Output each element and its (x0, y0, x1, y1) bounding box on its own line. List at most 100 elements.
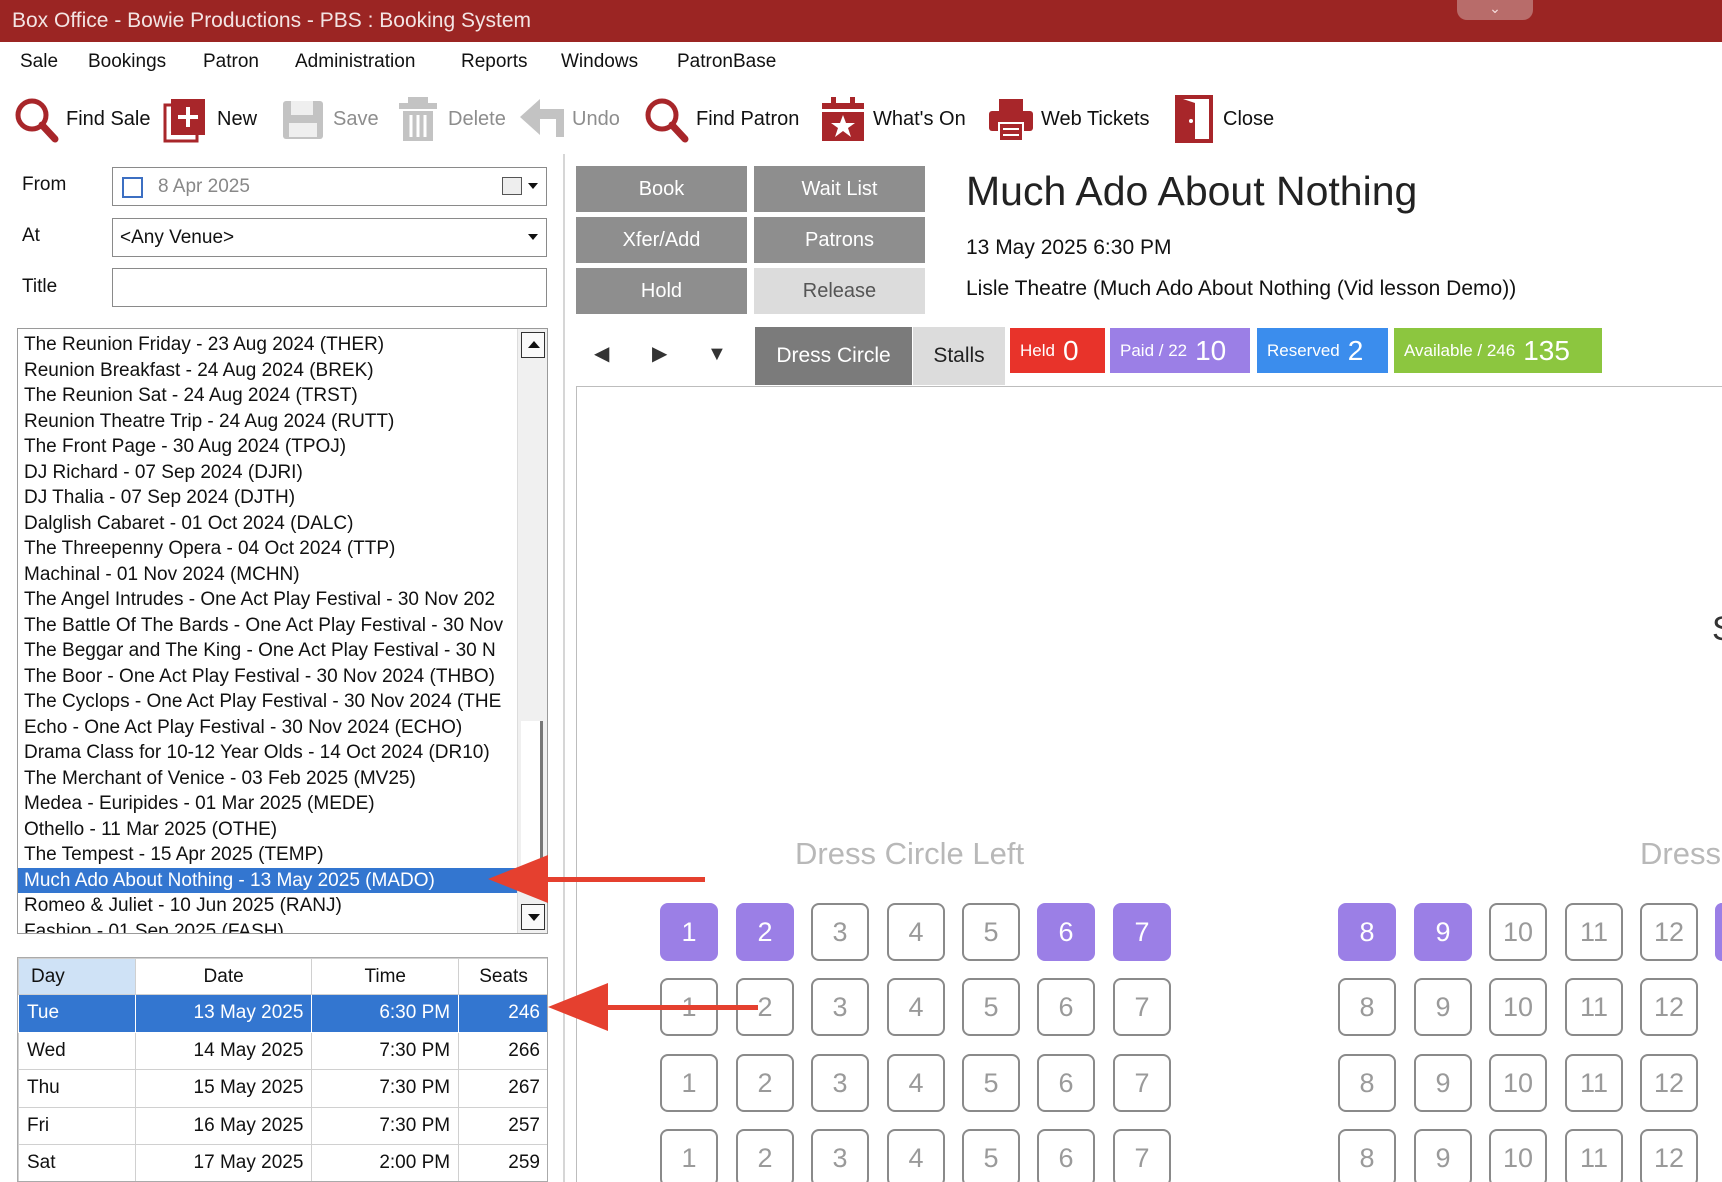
column-header-date[interactable]: Date (134, 958, 313, 995)
seat-available[interactable]: 2 (736, 1129, 794, 1182)
list-item[interactable]: The Reunion Friday - 23 Aug 2024 (THER) (18, 332, 518, 358)
list-item[interactable]: The Boor - One Act Play Festival - 30 No… (18, 664, 518, 690)
find-sale-button[interactable]: Find Sale (12, 92, 151, 146)
list-item[interactable]: The Threepenny Opera - 04 Oct 2024 (TTP) (18, 536, 518, 562)
menu-sale[interactable]: Sale (20, 51, 58, 73)
seat-available[interactable]: 12 (1640, 978, 1698, 1036)
seat-available[interactable]: 8 (1338, 978, 1396, 1036)
menu-windows[interactable]: Windows (561, 51, 638, 73)
seat-available[interactable]: 11 (1565, 1129, 1623, 1182)
seat-available[interactable]: 10 (1489, 1054, 1547, 1112)
save-button[interactable]: Save (279, 92, 379, 146)
list-item-selected[interactable]: Much Ado About Nothing - 13 May 2025 (MA… (18, 867, 518, 893)
venue-select[interactable]: <Any Venue> (112, 218, 547, 257)
list-item[interactable]: The Reunion Sat - 24 Aug 2024 (TRST) (18, 383, 518, 409)
new-button[interactable]: New (163, 92, 257, 146)
seat-available[interactable]: 11 (1565, 978, 1623, 1036)
list-item[interactable]: Romeo & Juliet - 10 Jun 2025 (RANJ) (18, 893, 518, 919)
from-date-checkbox[interactable] (122, 177, 143, 198)
seat-available[interactable]: 5 (962, 903, 1020, 961)
list-item[interactable]: The Tempest - 15 Apr 2025 (TEMP) (18, 842, 518, 868)
previous-icon[interactable]: ◀ (594, 341, 609, 366)
find-patron-button[interactable]: Find Patron (642, 92, 799, 146)
table-row-selected[interactable]: Tue 13 May 2025 6:30 PM 246 (18, 994, 547, 1033)
list-item[interactable]: The Cyclops - One Act Play Festival - 30… (18, 689, 518, 715)
list-item[interactable]: DJ Richard - 07 Sep 2024 (DJRI) (18, 460, 518, 486)
menu-bookings[interactable]: Bookings (88, 51, 166, 73)
web-tickets-button[interactable]: Web Tickets (987, 92, 1150, 146)
list-item[interactable]: Dalglish Cabaret - 01 Oct 2024 (DALC) (18, 511, 518, 537)
seat-paid[interactable]: 1 (660, 903, 718, 961)
seat-available[interactable]: 4 (887, 978, 945, 1036)
seat-available[interactable]: 3 (811, 1054, 869, 1112)
release-button[interactable]: Release (754, 268, 925, 314)
seat-available[interactable]: 5 (962, 1129, 1020, 1182)
seat-paid[interactable]: 7 (1113, 903, 1171, 961)
list-item[interactable]: The Merchant of Venice - 03 Feb 2025 (MV… (18, 766, 518, 792)
scroll-up-icon[interactable] (521, 332, 545, 358)
seat-available[interactable]: 9 (1414, 1129, 1472, 1182)
seat-available[interactable]: 1 (660, 1129, 718, 1182)
seat-available[interactable]: 10 (1489, 1129, 1547, 1182)
chevron-down-icon[interactable]: ▼ (707, 343, 727, 366)
menu-reports[interactable]: Reports (461, 51, 528, 73)
seat-available[interactable]: 7 (1113, 1129, 1171, 1182)
seat-available[interactable]: 3 (811, 903, 869, 961)
wait-list-button[interactable]: Wait List (754, 166, 925, 212)
seat-available[interactable]: 3 (811, 1129, 869, 1182)
title-input[interactable] (112, 268, 547, 307)
list-item[interactable]: DJ Thalia - 07 Sep 2024 (DJTH) (18, 485, 518, 511)
seat-paid[interactable]: 6 (1037, 903, 1095, 961)
seat-available[interactable]: 2 (736, 1054, 794, 1112)
seat-available[interactable]: 12 (1640, 903, 1698, 961)
seat-available[interactable]: 9 (1414, 978, 1472, 1036)
seat-paid-partial[interactable] (1715, 903, 1722, 961)
seat-available[interactable]: 4 (887, 1054, 945, 1112)
seat-available[interactable]: 4 (887, 1129, 945, 1182)
seat-available[interactable]: 1 (660, 1054, 718, 1112)
list-item[interactable]: Reunion Breakfast - 24 Aug 2024 (BREK) (18, 358, 518, 384)
seat-paid[interactable]: 9 (1414, 903, 1472, 961)
seat-available[interactable]: 6 (1037, 1129, 1095, 1182)
seat-paid[interactable]: 8 (1338, 903, 1396, 961)
seat-available[interactable]: 4 (887, 903, 945, 961)
menu-patron[interactable]: Patron (203, 51, 259, 73)
list-item[interactable]: Echo - One Act Play Festival - 30 Nov 20… (18, 715, 518, 741)
table-row[interactable]: Thu 15 May 2025 7:30 PM 267 (18, 1069, 547, 1108)
chevron-down-icon[interactable] (528, 234, 538, 240)
list-item[interactable]: Fashion - 01 Sep 2025 (FASH) (18, 919, 518, 934)
from-date-picker[interactable]: 8 Apr 2025 (112, 167, 547, 206)
column-header-time[interactable]: Time (311, 958, 460, 995)
seat-available[interactable]: 7 (1113, 978, 1171, 1036)
seat-available[interactable]: 8 (1338, 1054, 1396, 1112)
table-row[interactable]: Sat 17 May 2025 2:00 PM 259 (18, 1144, 547, 1181)
list-item[interactable]: Drama Class for 10-12 Year Olds - 14 Oct… (18, 740, 518, 766)
calendar-icon[interactable] (502, 177, 522, 195)
menu-administration[interactable]: Administration (295, 51, 415, 73)
tab-dress-circle[interactable]: Dress Circle (755, 327, 912, 385)
list-item[interactable]: Machinal - 01 Nov 2024 (MCHN) (18, 562, 518, 588)
seat-available[interactable]: 3 (811, 978, 869, 1036)
list-item[interactable]: The Beggar and The King - One Act Play F… (18, 638, 518, 664)
seat-available[interactable]: 7 (1113, 1054, 1171, 1112)
undo-button[interactable]: Undo (518, 92, 620, 146)
event-list-scrollbar[interactable] (517, 329, 547, 933)
list-item[interactable]: Reunion Theatre Trip - 24 Aug 2024 (RUTT… (18, 409, 518, 435)
delete-button[interactable]: Delete (394, 92, 506, 146)
close-button[interactable]: Close (1169, 92, 1274, 146)
seat-available[interactable]: 8 (1338, 1129, 1396, 1182)
seat-available[interactable]: 11 (1565, 1054, 1623, 1112)
event-listbox[interactable]: The Reunion Friday - 23 Aug 2024 (THER) … (17, 328, 548, 934)
tab-stalls[interactable]: Stalls (913, 327, 1005, 385)
ribbon-collapse-chevron-icon[interactable]: ⌄ (1457, 0, 1533, 20)
table-row[interactable]: Fri 16 May 2025 7:30 PM 257 (18, 1106, 547, 1145)
seat-available[interactable]: 5 (962, 1054, 1020, 1112)
patrons-button[interactable]: Patrons (754, 217, 925, 263)
scroll-down-icon[interactable] (521, 904, 545, 930)
next-icon[interactable]: ▶ (652, 341, 667, 366)
seat-available[interactable]: 10 (1489, 978, 1547, 1036)
hold-button[interactable]: Hold (576, 268, 747, 314)
seat-available[interactable]: 12 (1640, 1054, 1698, 1112)
xfer-add-button[interactable]: Xfer/Add (576, 217, 747, 263)
seat-available[interactable]: 12 (1640, 1129, 1698, 1182)
